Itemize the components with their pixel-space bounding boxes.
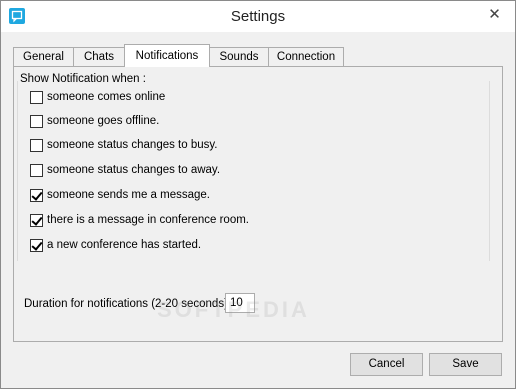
option-label: someone sends me a message.	[47, 189, 211, 201]
checkbox[interactable]	[30, 163, 43, 177]
checkbox[interactable]	[30, 138, 43, 152]
notifications-panel: Show Notification when : someone comes o…	[13, 66, 503, 342]
option-new-conference[interactable]: a new conference has started.	[30, 237, 201, 253]
tab-general[interactable]: General	[13, 47, 74, 67]
checkbox[interactable]	[30, 238, 43, 252]
option-comes-online[interactable]: someone comes online	[30, 89, 165, 105]
option-label: someone comes online	[47, 91, 166, 103]
checkbox[interactable]	[30, 114, 43, 128]
checkbox[interactable]	[30, 90, 43, 104]
option-goes-offline[interactable]: someone goes offline.	[30, 113, 159, 129]
checkbox[interactable]	[30, 188, 43, 202]
option-conference-message[interactable]: there is a message in conference room.	[30, 212, 249, 228]
checkbox[interactable]	[30, 213, 43, 227]
settings-window: Settings ✕ General Chats Notifications S…	[0, 0, 516, 389]
duration-label: Duration for notifications (2-20 seconds…	[24, 298, 228, 310]
close-button[interactable]: ✕	[480, 5, 509, 25]
group-label: Show Notification when :	[20, 73, 148, 85]
save-button[interactable]: Save	[429, 353, 502, 376]
option-label: someone status changes to away.	[47, 164, 221, 176]
tab-sounds[interactable]: Sounds	[209, 47, 269, 67]
option-sends-message[interactable]: someone sends me a message.	[30, 187, 210, 203]
option-label: someone status changes to busy.	[47, 139, 218, 151]
option-label: someone goes offline.	[47, 115, 160, 127]
tab-chats[interactable]: Chats	[73, 47, 125, 67]
cancel-button[interactable]: Cancel	[350, 353, 423, 376]
option-label: a new conference has started.	[47, 239, 202, 251]
option-status-away[interactable]: someone status changes to away.	[30, 162, 220, 178]
group-border	[17, 81, 18, 261]
group-border	[489, 81, 490, 261]
option-status-busy[interactable]: someone status changes to busy.	[30, 137, 217, 153]
dialog-body: General Chats Notifications Sounds Conne…	[1, 32, 515, 388]
window-title: Settings	[230, 8, 286, 25]
tab-notifications[interactable]: Notifications	[124, 44, 210, 67]
tab-connection[interactable]: Connection	[268, 47, 344, 67]
option-label: there is a message in conference room.	[47, 214, 249, 226]
duration-input[interactable]: 10	[225, 293, 255, 313]
title-bar: Settings ✕	[1, 1, 515, 32]
